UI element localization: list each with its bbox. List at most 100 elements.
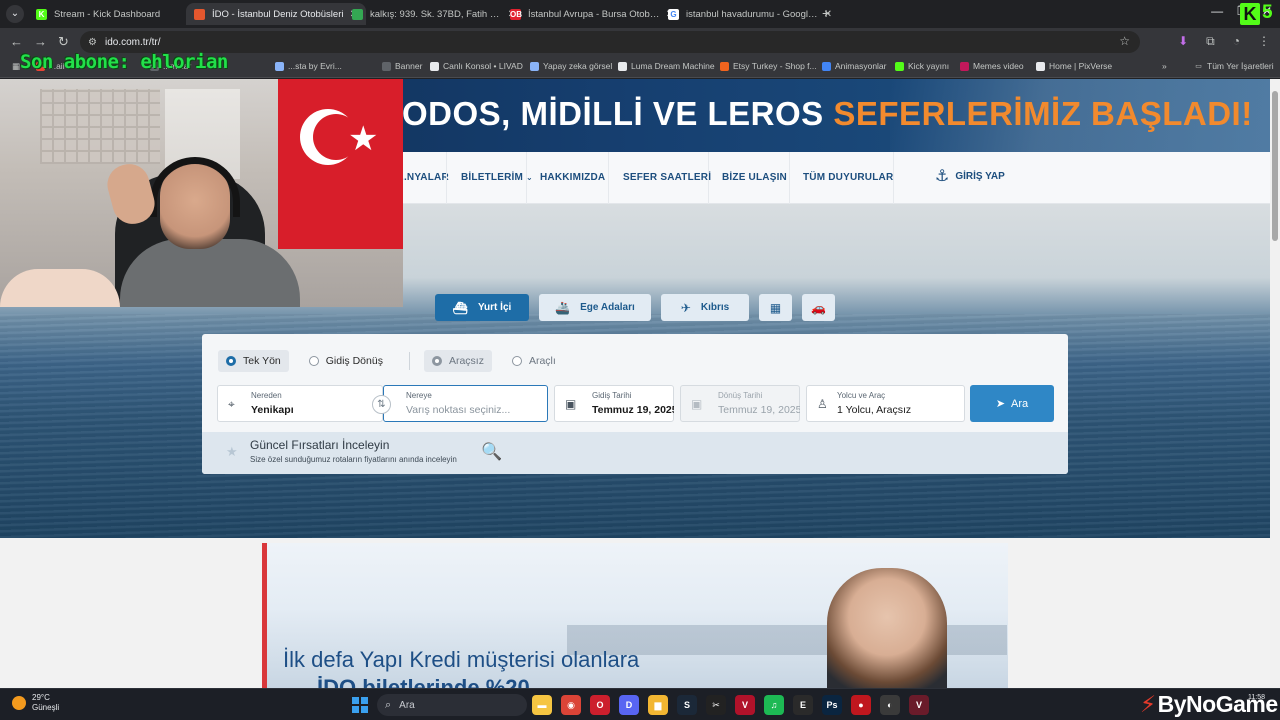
minimize-icon[interactable]: — — [1211, 4, 1223, 18]
return-date-field[interactable]: ▣ Dönüş Tarihi Temmuz 19, 2025 — [680, 385, 800, 422]
tab-hotel[interactable]: ▦ — [759, 294, 792, 321]
browser-tab[interactable]: OBİstanbul Avrupa - Bursa Otobüs...✕ — [502, 3, 682, 25]
explorer-icon[interactable]: ▬ — [532, 695, 552, 715]
bank-promo-card[interactable]: İlk defa Yapı Kredi müşterisi olanlara İ… — [262, 543, 1008, 688]
option-one-way[interactable]: Tek Yön — [218, 350, 289, 372]
promo-line-2: İDO biletlerinde %20 — [317, 675, 530, 688]
bookmark-favicon-icon — [618, 61, 627, 71]
field-value: Temmuz 19, 2025 — [592, 404, 674, 416]
browser-tab[interactable]: KStream - Kick Dashboard✕ — [28, 3, 208, 25]
bookmark-item[interactable]: Kick yayını — [895, 61, 949, 71]
bookmark-star-icon[interactable]: ☆ — [1119, 34, 1130, 48]
bookmark-item[interactable]: Luma Dream Machine — [618, 61, 715, 71]
voicemod-icon[interactable]: V — [735, 695, 755, 715]
to-field[interactable]: Nereye Varış noktası seçiniz... — [383, 385, 548, 422]
folder-icon[interactable]: ▆ — [648, 695, 668, 715]
option-round-trip[interactable]: Gidiş Dönüş — [301, 350, 391, 372]
bookmark-item[interactable]: Home | PixVerse — [1036, 61, 1112, 71]
nav-item-tum-duyurular[interactable]: TÜM DUYURULAR — [803, 172, 893, 183]
address-url: ido.com.tr/tr/ — [104, 36, 161, 48]
trip-search-form: Tek Yön Gidiş Dönüş Araçsız Araçlı ⌖ Ner… — [202, 334, 1068, 474]
extensions-puzzle-icon[interactable]: ⧉ — [1206, 34, 1215, 49]
obs-icon[interactable]: ◐ — [880, 695, 900, 715]
browser-menu-icon[interactable]: ⋮ — [1258, 34, 1270, 49]
current-deals-banner[interactable]: ★ Güncel Fırsatları İnceleyin Size özel … — [202, 432, 1068, 474]
browser-tab[interactable]: İDO - İstanbul Deniz Otobüsleri✕ — [186, 3, 366, 25]
photoshop-icon[interactable]: Ps — [822, 695, 842, 715]
deals-title: Güncel Fırsatları İnceleyin — [250, 438, 390, 452]
site-info-icon[interactable]: ⚙ — [88, 37, 97, 48]
option-without-vehicle[interactable]: Araçsız — [423, 350, 492, 372]
profile-avatar-icon[interactable]: ◔ — [1233, 34, 1240, 49]
option-label: Araçsız — [448, 355, 484, 367]
kick-counter: 5 — [1262, 2, 1273, 23]
search-button[interactable]: ➤ Ara — [970, 385, 1054, 422]
record-icon[interactable]: ● — [851, 695, 871, 715]
nav-item-biletlerim[interactable]: BİLETLERİM ⌄ — [461, 172, 533, 183]
nav-item-hakkimizda[interactable]: HAKKIMIZDA — [540, 172, 605, 183]
steam-icon[interactable]: S — [677, 695, 697, 715]
download-icon[interactable]: ⬇ — [1178, 34, 1188, 49]
weather-temp: 29°C — [32, 693, 50, 702]
reload-icon[interactable]: ↻ — [58, 34, 69, 50]
browser-tab[interactable]: Gistanbul havadurumu - Google ... ✕ — [660, 3, 840, 25]
option-label: Tek Yön — [243, 355, 281, 367]
tab-yurt-ici[interactable]: ⛴ Yurt İçi — [435, 294, 529, 321]
nav-item-label: BİLETLERİM — [461, 172, 523, 183]
epic-icon[interactable]: E — [793, 695, 813, 715]
opera-icon[interactable]: O — [590, 695, 610, 715]
bookmark-item[interactable]: Etsy Turkey - Shop f... — [720, 61, 817, 71]
location-pin-icon: ⌖ — [228, 397, 235, 411]
discord-icon[interactable]: D — [619, 695, 639, 715]
windows-taskbar: 29°C Güneşli ⌕ Ara ▬ ◉ O D ▆ S ✂ V ♫ E Ps ● ◐ V ⚡ByNo… — [0, 688, 1280, 720]
bookmark-favicon-icon — [530, 61, 539, 71]
option-with-vehicle[interactable]: Araçlı — [504, 350, 564, 372]
bookmark-favicon-icon — [430, 61, 439, 71]
bookmark-item[interactable]: Banner — [382, 61, 422, 71]
nav-item-kampanyalar[interactable]: ...NYALAR — [398, 172, 449, 183]
new-tab-button[interactable]: + — [822, 5, 830, 21]
vegas-icon[interactable]: V — [909, 695, 929, 715]
smiling-woman-image — [827, 568, 947, 688]
browser-tab-bar: ⌄ KStream - Kick Dashboard✕İDO - İstanbu… — [0, 0, 1280, 28]
tab-ege-adalari[interactable]: 🚢 Ege Adaları — [539, 294, 651, 321]
field-value: Yenikapı — [251, 404, 294, 416]
nav-item-sefer-saatleri[interactable]: SEFER SAATLERİ — [623, 172, 711, 183]
bookmark-favicon-icon — [1036, 61, 1045, 71]
bookmark-item[interactable]: Memes video — [960, 61, 1024, 71]
bookmark-item[interactable]: Yapay zeka görsel — [530, 61, 612, 71]
bookmarks-overflow-button[interactable]: » — [1162, 61, 1167, 71]
capcut-icon[interactable]: ✂ — [706, 695, 726, 715]
chrome-icon[interactable]: ◉ — [561, 695, 581, 715]
windows-start-icon[interactable] — [352, 697, 368, 713]
tab-car[interactable]: 🚗 — [802, 294, 835, 321]
all-bookmarks-button[interactable]: ▭ Tüm Yer İşaretleri — [1194, 61, 1273, 71]
taskbar-search[interactable]: ⌕ Ara — [377, 694, 527, 716]
tab-label: İDO - İstanbul Deniz Otobüsleri — [212, 8, 344, 20]
promo-banner-text: ODOS, MİDİLLİ VE LEROS SEFERLERİMİZ BAŞL… — [402, 95, 1253, 133]
bookmark-item[interactable]: ...sta by Evri... — [275, 61, 342, 71]
nav-divider — [526, 152, 527, 204]
passenger-field[interactable]: ♙ Yolcu ve Araç 1 Yolcu, Araçsız — [806, 385, 965, 422]
browser-tab[interactable]: kalkış: 939. Sk. 37BD, Fatih Mh...✕ — [344, 3, 524, 25]
swap-direction-icon[interactable]: ⇅ — [372, 395, 391, 414]
nav-divider — [708, 152, 709, 204]
nav-item-bize-ulasin[interactable]: BİZE ULAŞIN — [722, 172, 787, 183]
tab-search-chevron-icon[interactable]: ⌄ — [6, 5, 24, 23]
system-clock[interactable]: 11:58 — [1248, 694, 1265, 701]
weather-widget[interactable]: 29°C Güneşli — [12, 693, 59, 713]
bookmark-item[interactable]: Canlı Konsol • LIVAD — [430, 61, 523, 71]
bookmark-item[interactable]: Animasyonlar — [822, 61, 887, 71]
apps-grid-icon[interactable]: ▦ — [12, 61, 20, 72]
hotel-icon: ▦ — [769, 300, 782, 315]
tab-kibris[interactable]: ✈ Kıbrıs — [661, 294, 749, 321]
spotify-icon[interactable]: ♫ — [764, 695, 784, 715]
from-field[interactable]: ⌖ Nereden Yenikapı — [217, 385, 383, 422]
depart-date-field[interactable]: ▣ Gidiş Tarihi Temmuz 19, 2025 — [554, 385, 674, 422]
page-scrollbar[interactable] — [1270, 79, 1280, 688]
login-button[interactable]: ⚓ GİRİŞ YAP — [935, 166, 1005, 186]
scrollbar-thumb[interactable] — [1272, 91, 1278, 241]
forward-arrow-icon[interactable]: → — [34, 34, 47, 49]
back-arrow-icon[interactable]: ← — [10, 34, 23, 49]
address-bar[interactable]: ⚙ ido.com.tr/tr/ ☆ — [80, 31, 1140, 53]
